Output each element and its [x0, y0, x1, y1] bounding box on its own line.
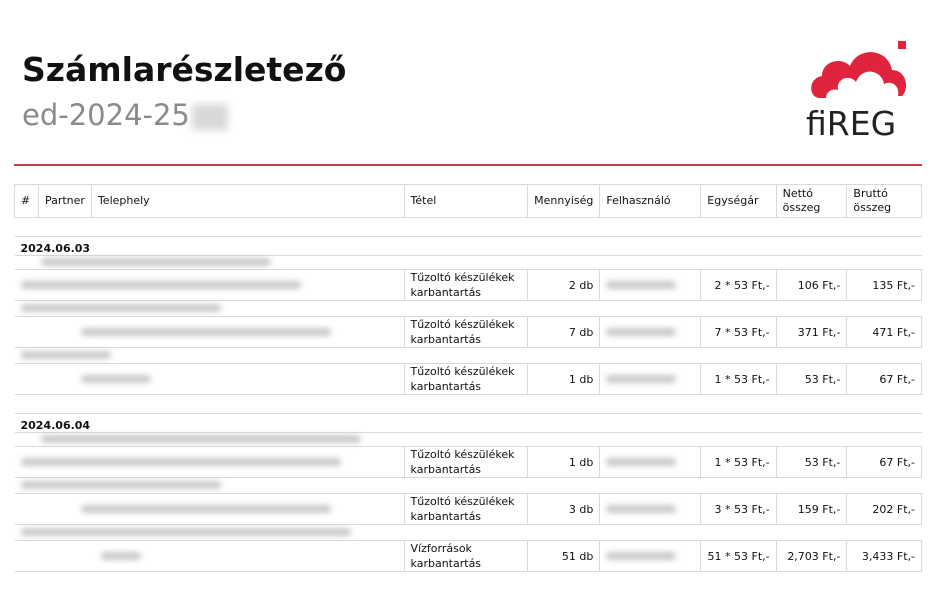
cell-qty: 51 db	[527, 540, 601, 572]
cell-item: Tűzoltó készülékek karbantartás	[403, 446, 529, 478]
cloud-logo-icon	[811, 41, 907, 98]
cell-qty: 1 db	[527, 446, 601, 478]
table-row: Vízforrások karbantartás 51 db 51 * 53 F…	[14, 540, 922, 572]
col-partner: Partner	[37, 184, 92, 218]
cell-unit: 51 * 53 Ft,-	[700, 540, 777, 572]
cell-item: Tűzoltó készülékek karbantartás	[403, 316, 529, 348]
table-row: Tűzoltó készülékek karbantartás 3 db 3 *…	[14, 493, 922, 525]
table-row: Tűzoltó készülékek karbantartás 7 db 7 *…	[14, 316, 922, 348]
cell-unit: 1 * 53 Ft,-	[700, 446, 777, 478]
cell-item: Tűzoltó készülékek karbantartás	[403, 493, 529, 525]
cell-item: Tűzoltó készülékek karbantartás	[403, 363, 529, 395]
table-row: Tűzoltó készülékek karbantartás 1 db 1 *…	[14, 446, 922, 478]
invoice-detail-table: # Partner Telephely Tétel Mennyiség Felh…	[14, 184, 922, 572]
cell-gross: 471 Ft,-	[846, 316, 922, 348]
date-group-header: 2024.06.04	[14, 413, 922, 433]
col-net: Nettó összeg	[775, 184, 848, 218]
col-site: Telephely	[90, 184, 405, 218]
cell-qty: 3 db	[527, 493, 601, 525]
cell-gross: 202 Ft,-	[846, 493, 922, 525]
group-date: 2024.06.03	[14, 236, 922, 256]
date-group-header: 2024.06.03	[14, 236, 922, 256]
cell-net: 159 Ft,-	[775, 493, 848, 525]
cell-qty: 2 db	[527, 269, 601, 301]
table-header-row: # Partner Telephely Tétel Mennyiség Felh…	[14, 184, 922, 218]
document-id: ed-2024-25	[22, 98, 228, 132]
cell-unit: 3 * 53 Ft,-	[700, 493, 777, 525]
page-title: Számlarészletező	[22, 50, 347, 89]
table-row: Tűzoltó készülékek karbantartás 2 db 2 *…	[14, 269, 922, 301]
cell-gross: 67 Ft,-	[846, 363, 922, 395]
cell-unit: 7 * 53 Ft,-	[700, 316, 777, 348]
cell-item: Vízforrások karbantartás	[403, 540, 529, 572]
col-quantity: Mennyiség	[527, 184, 601, 218]
cell-unit: 2 * 53 Ft,-	[700, 269, 777, 301]
cell-item: Tűzoltó készülékek karbantartás	[403, 269, 529, 301]
cell-net: 53 Ft,-	[775, 446, 848, 478]
col-item: Tétel	[403, 184, 529, 218]
col-user: Felhasználó	[599, 184, 702, 218]
cell-gross: 3,433 Ft,-	[846, 540, 922, 572]
cell-net: 106 Ft,-	[775, 269, 848, 301]
cell-net: 371 Ft,-	[775, 316, 848, 348]
cell-gross: 135 Ft,-	[846, 269, 922, 301]
cell-net: 53 Ft,-	[775, 363, 848, 395]
header-divider	[14, 164, 922, 166]
cell-qty: 7 db	[527, 316, 601, 348]
redacted-id-suffix	[191, 104, 228, 130]
document-id-text: ed-2024-25	[22, 98, 190, 132]
col-index: #	[14, 184, 39, 218]
cell-unit: 1 * 53 Ft,-	[700, 363, 777, 395]
logo-wordmark: fiREG	[806, 104, 897, 143]
cell-net: 2,703 Ft,-	[775, 540, 848, 572]
group-date: 2024.06.04	[14, 413, 922, 433]
fireg-logo: fiREG	[806, 40, 916, 143]
cell-qty: 1 db	[527, 363, 601, 395]
col-unit-price: Egységár	[700, 184, 777, 218]
cell-gross: 67 Ft,-	[846, 446, 922, 478]
col-gross: Bruttó összeg	[846, 184, 922, 218]
table-row: Tűzoltó készülékek karbantartás 1 db 1 *…	[14, 363, 922, 395]
